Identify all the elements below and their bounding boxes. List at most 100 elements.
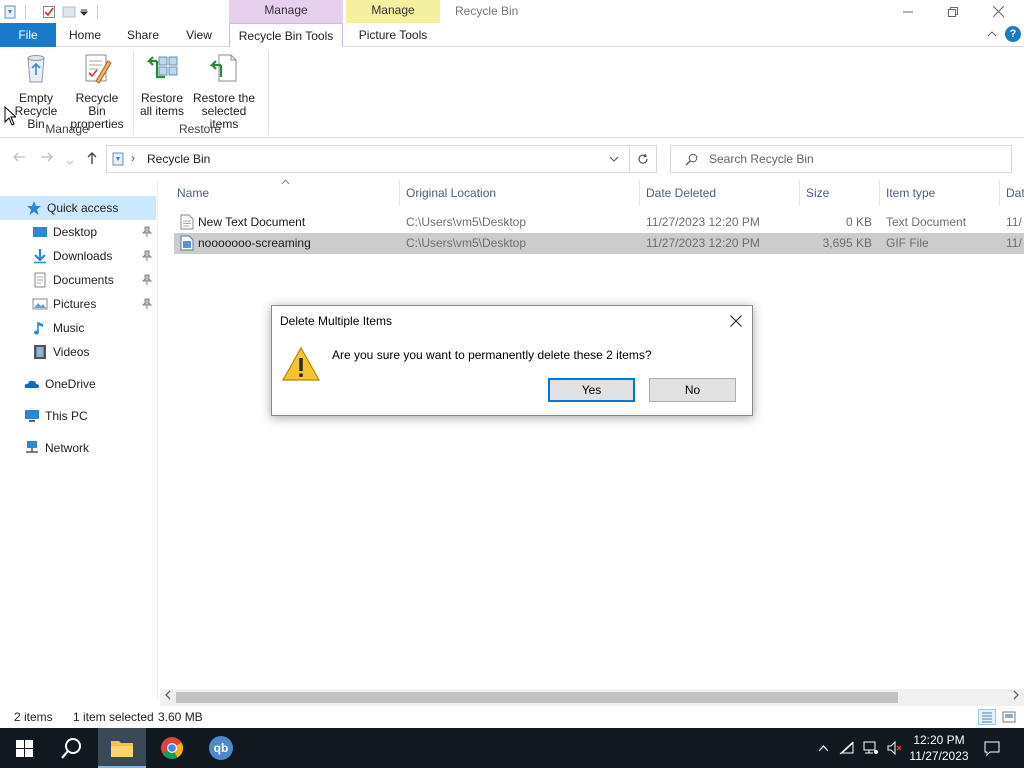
action-center-button[interactable] (980, 728, 1004, 768)
star-icon (27, 201, 41, 215)
column-header-size[interactable]: Size (800, 180, 880, 206)
nav-item-pictures[interactable]: Pictures (0, 292, 156, 316)
manage-context-header-purple: Manage (229, 0, 343, 23)
show-hidden-icons-button[interactable] (812, 728, 834, 768)
dialog-title-bar[interactable]: Delete Multiple Items (272, 306, 752, 336)
taskbar-search-button[interactable] (48, 728, 96, 768)
forward-arrow-icon (41, 152, 53, 162)
column-header-item-type[interactable]: Item type (880, 180, 1000, 206)
tab-view[interactable]: View (176, 23, 222, 47)
recycle-bin-location-icon (112, 152, 124, 166)
tab-picture-tools[interactable]: Picture Tools (346, 23, 440, 47)
scroll-left-icon[interactable] (164, 690, 171, 703)
pin-icon[interactable] (142, 250, 152, 262)
delete-confirmation-dialog: Delete Multiple Items Are you sure you w… (271, 305, 753, 416)
search-icon (685, 153, 698, 166)
scroll-right-icon[interactable] (1013, 690, 1020, 703)
recycle-bin-properties-button[interactable]: Recycle Bin properties (67, 51, 127, 131)
new-folder-icon[interactable] (62, 5, 76, 19)
nav-label: Music (53, 321, 85, 335)
nav-label: Quick access (47, 201, 119, 215)
breadcrumb-separator[interactable]: › (131, 151, 135, 165)
desktop-icon (33, 227, 47, 237)
nav-item-videos[interactable]: Videos (0, 340, 156, 364)
minimize-button[interactable] (885, 0, 930, 23)
no-button[interactable]: No (649, 378, 736, 402)
restore-all-items-button[interactable]: Restore all items (137, 51, 187, 118)
nav-item-desktop[interactable]: Desktop (0, 220, 156, 244)
tab-file[interactable]: File (0, 23, 56, 47)
pane-splitter[interactable] (157, 180, 158, 700)
horizontal-scrollbar[interactable] (160, 689, 1024, 706)
column-header-original-location[interactable]: Original Location (400, 180, 640, 206)
column-header-name[interactable]: Name (171, 180, 400, 206)
customize-qat-icon[interactable] (79, 5, 89, 19)
close-button[interactable] (976, 0, 1021, 23)
file-date-deleted: 11/27/2023 12:20 PM (646, 215, 760, 229)
scrollbar-thumb[interactable] (176, 692, 898, 703)
taskbar-chrome[interactable] (148, 728, 196, 768)
videos-icon (34, 345, 46, 359)
taskbar-file-explorer[interactable] (98, 728, 146, 768)
help-button[interactable]: ? (1005, 26, 1021, 42)
file-date-deleted: 11/27/2023 12:20 PM (646, 236, 760, 250)
properties-check-icon[interactable] (42, 5, 56, 19)
column-header-date-modified[interactable]: Dat (1000, 180, 1024, 206)
file-name: nooooooo-screaming (198, 236, 311, 250)
back-button[interactable] (12, 150, 26, 166)
address-bar[interactable]: › Recycle Bin (106, 145, 630, 173)
file-row[interactable]: New Text Document C:\Users\vm5\Desktop 1… (174, 212, 1024, 233)
nav-item-documents[interactable]: Documents (0, 268, 156, 292)
restore-all-label-2: all items (139, 104, 184, 118)
download-icon (34, 249, 46, 264)
tray-network-disconnected[interactable] (836, 728, 858, 768)
details-view-button[interactable] (978, 709, 996, 725)
search-input[interactable] (709, 151, 999, 167)
file-original-location: C:\Users\vm5\Desktop (406, 215, 527, 229)
dialog-close-button[interactable] (724, 310, 748, 332)
taskbar-clock[interactable]: 12:20 PM 11/27/2023 (903, 732, 975, 764)
status-bar: 2 items 1 item selected 3.60 MB (0, 706, 1024, 728)
nav-item-downloads[interactable]: Downloads (0, 244, 156, 268)
file-row[interactable]: nooooooo-screaming C:\Users\vm5\Desktop … (174, 233, 1024, 254)
volume-muted-icon (887, 741, 902, 755)
restore-button[interactable] (930, 0, 975, 23)
tab-home[interactable]: Home (60, 23, 110, 47)
qat-separator (25, 4, 26, 19)
up-button[interactable] (86, 151, 98, 168)
nav-item-network[interactable]: Network (0, 436, 156, 460)
minimize-icon (902, 11, 913, 12)
restore-selected-items-button[interactable]: Restore the selected items (188, 51, 260, 131)
breadcrumb-recycle-bin[interactable]: Recycle Bin (147, 152, 210, 166)
address-dropdown-icon[interactable] (609, 156, 619, 163)
restore-icon (947, 6, 958, 17)
taskbar-qbittorrent[interactable]: qb (197, 728, 245, 768)
tab-recycle-bin-tools[interactable]: Recycle Bin Tools (229, 23, 343, 48)
nav-item-music[interactable]: Music (0, 316, 156, 340)
search-box[interactable] (670, 145, 1012, 173)
tab-share[interactable]: Share (118, 23, 168, 47)
start-button[interactable] (0, 728, 48, 768)
up-arrow-icon (87, 152, 97, 164)
search-icon (61, 738, 81, 759)
forward-button[interactable] (40, 150, 54, 166)
nav-item-quick-access[interactable]: Quick access (0, 196, 156, 220)
recent-locations-button[interactable] (66, 153, 74, 169)
yes-button[interactable]: Yes (548, 378, 635, 402)
refresh-button[interactable] (629, 145, 657, 173)
nav-item-onedrive[interactable]: OneDrive (0, 372, 156, 396)
column-header-date-deleted[interactable]: Date Deleted (640, 180, 800, 206)
pin-icon[interactable] (142, 274, 152, 286)
pin-icon[interactable] (142, 298, 152, 310)
ribbon-help-area: ? (987, 26, 1021, 42)
status-item-count: 2 items (14, 710, 53, 724)
pin-icon[interactable] (142, 226, 152, 238)
recycle-bin-small-icon[interactable] (3, 5, 17, 19)
dialog-message: Are you sure you want to permanently del… (332, 348, 652, 362)
collapse-ribbon-icon[interactable] (987, 30, 997, 38)
mouse-cursor-icon (4, 106, 16, 126)
title-bar: Manage Manage Recycle Bin (0, 0, 1024, 23)
nav-item-this-pc[interactable]: This PC (0, 404, 156, 428)
tray-lan[interactable] (860, 728, 882, 768)
large-icons-view-button[interactable] (1000, 709, 1018, 725)
